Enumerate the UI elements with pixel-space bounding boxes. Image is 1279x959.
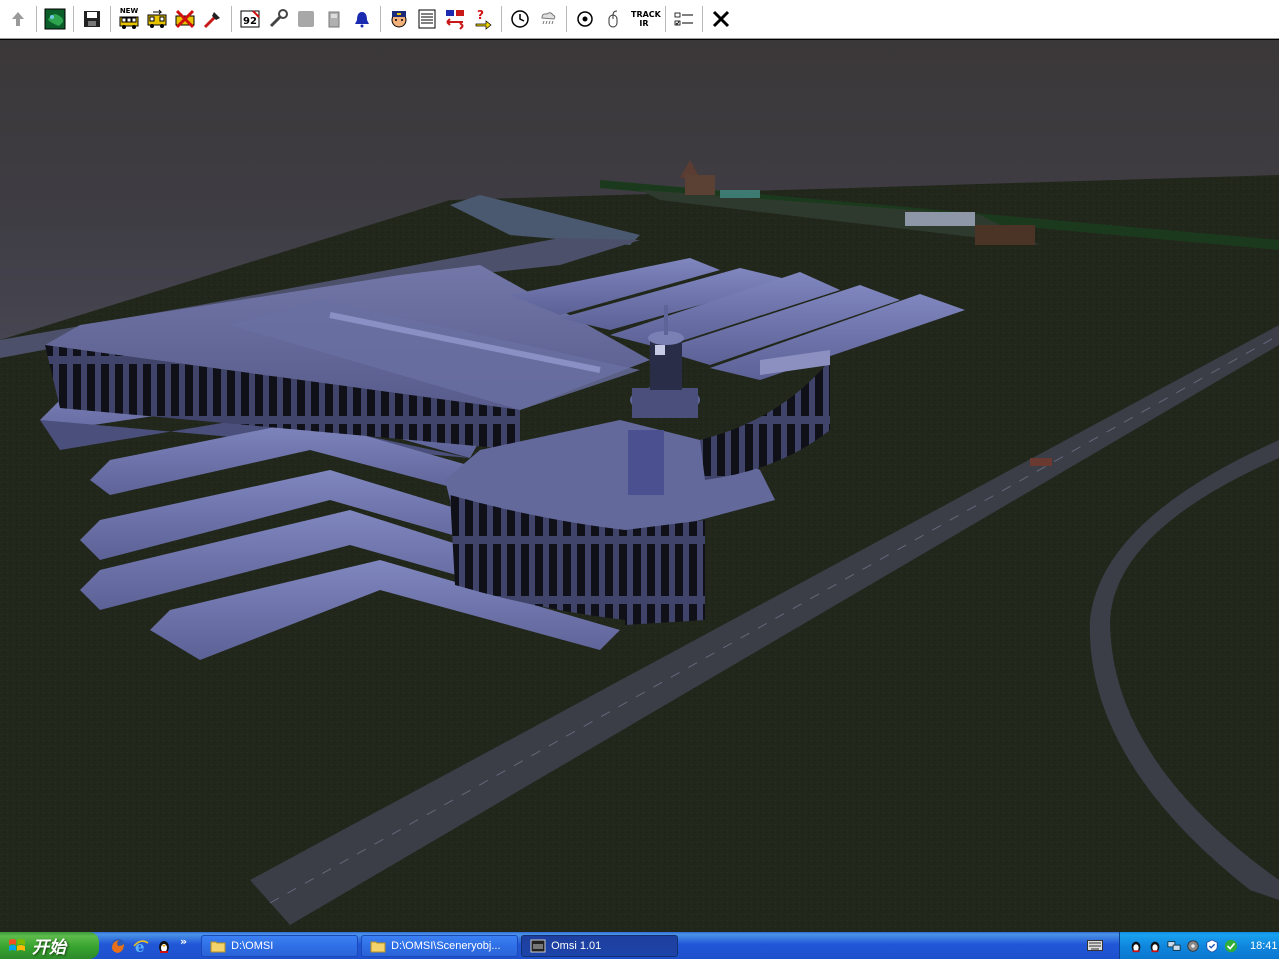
pointer-tool-icon[interactable] [199,5,227,33]
clock-icon[interactable] [506,5,534,33]
camera-icon[interactable] [571,5,599,33]
route-number-text: 92 [243,16,257,27]
close-icon[interactable] [707,5,735,33]
save-icon[interactable] [78,5,106,33]
fuel-icon[interactable] [320,5,348,33]
task-label: Omsi 1.01 [551,939,602,952]
wrench-icon[interactable] [264,5,292,33]
toolbar-separator [110,6,111,32]
toolbar-separator [501,6,502,32]
panel-icon[interactable] [292,5,320,33]
shield-icon[interactable] [1204,938,1220,954]
task-label: D:\OMSI\Sceneryobj... [391,939,501,952]
start-label: 开始 [32,938,66,958]
bus-swap-icon[interactable] [143,5,171,33]
task-label: D:\OMSI [231,939,274,952]
mouse-icon[interactable] [599,5,627,33]
folder-icon [370,941,386,952]
scene-render [0,40,1279,932]
qq-penguin-icon[interactable] [155,937,173,955]
system-tray: 18:41 [1119,932,1279,959]
qq-penguin-icon[interactable] [1128,938,1144,954]
toolbar-separator [36,6,37,32]
map-icon[interactable] [41,5,69,33]
task-button-sceneryobj-folder[interactable]: D:\OMSI\Sceneryobj... [361,934,519,957]
route-number-icon[interactable]: 92 [236,5,264,33]
toolbar-separator [73,6,74,32]
folder-icon [210,941,226,952]
toolbar-separator [665,6,666,32]
toolbar-separator [566,6,567,32]
timetable-icon[interactable] [413,5,441,33]
simulation-viewport[interactable] [0,40,1279,932]
task-button-omsi-app[interactable]: Omsi 1.01 [521,934,679,957]
toolbar-separator [702,6,703,32]
up-arrow-icon[interactable] [4,5,32,33]
windows-logo-icon [9,938,25,951]
internet-explorer-icon[interactable]: e [132,937,150,955]
keyboard-icon[interactable] [1087,938,1103,952]
toolbar-separator [380,6,381,32]
qq-penguin-icon[interactable] [1147,938,1163,954]
network-icon[interactable] [1166,938,1182,954]
toolbar-separator [231,6,232,32]
svg-text:?: ? [477,8,484,22]
task-buttons: D:\OMSI D:\OMSI\Sceneryobj... Omsi 1.01 [201,934,679,957]
transfer-icon[interactable] [441,5,469,33]
firefox-icon[interactable] [109,937,127,955]
clock[interactable]: 18:41 [1250,940,1278,952]
weather-icon[interactable] [534,5,562,33]
security-icon[interactable] [1185,938,1201,954]
new-bus-icon[interactable]: NEW [115,5,143,33]
trackir-icon[interactable]: TRACK IR [627,5,661,33]
task-button-omsi-folder[interactable]: D:\OMSI [201,934,359,957]
bell-icon[interactable] [348,5,376,33]
start-button[interactable]: 开始 [0,932,99,959]
antivirus-icon[interactable] [1223,938,1239,954]
new-label: NEW [119,7,139,15]
quick-launch: e » [109,935,187,955]
driver-icon[interactable] [385,5,413,33]
delete-bus-icon[interactable] [171,5,199,33]
app-icon [530,939,546,952]
help-icon[interactable]: ? [469,5,497,33]
options-icon[interactable] [670,5,698,33]
toolbar: NEW 92 ? TRACK IR [0,0,1279,39]
quick-launch-more[interactable]: » [180,935,187,948]
taskbar: 开始 e » D:\OMSI D:\OMSI\Sceneryobj... Oms… [0,932,1279,959]
trackir-label: TRACK IR [631,10,661,28]
